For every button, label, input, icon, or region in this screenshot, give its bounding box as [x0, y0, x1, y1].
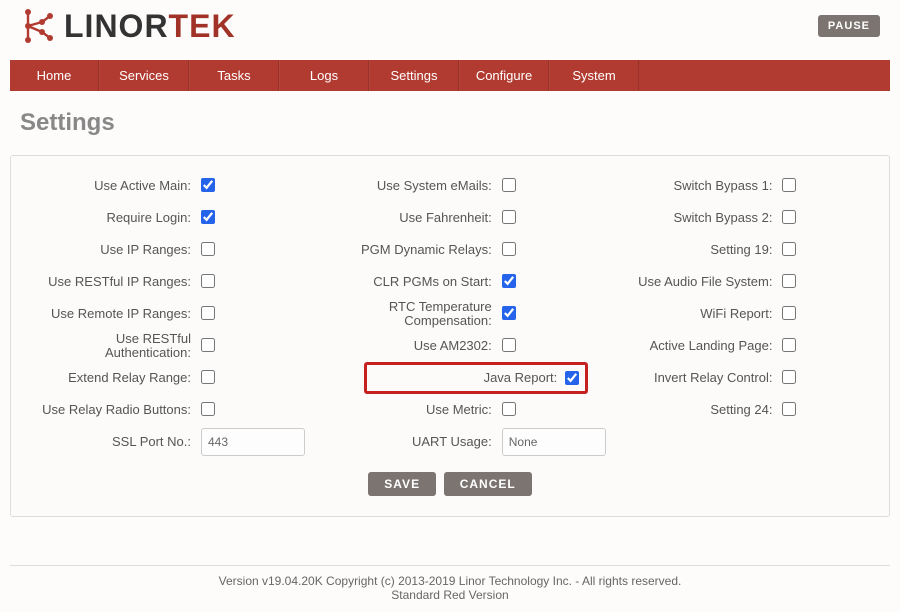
nav-configure[interactable]: Configure [459, 60, 549, 91]
checkbox-use-fahrenheit[interactable] [502, 210, 516, 224]
checkbox-use-audio-file-system[interactable] [782, 274, 796, 288]
label-require-login: Require Login: [31, 211, 201, 225]
footer-line-2: Standard Red Version [10, 588, 890, 602]
brand-text-1: LINOR [64, 8, 169, 44]
checkbox-extend-relay-range[interactable] [201, 370, 215, 384]
label-extend-relay-range: Extend Relay Range: [31, 371, 201, 385]
page-title: Settings [20, 109, 880, 137]
checkbox-use-metric[interactable] [502, 402, 516, 416]
label-use-system-emails: Use System eMails: [312, 179, 502, 193]
checkbox-use-remote-ip-ranges[interactable] [201, 306, 215, 320]
cancel-button[interactable]: CANCEL [444, 472, 532, 496]
label-use-restful-ip-ranges: Use RESTful IP Ranges: [31, 275, 201, 289]
label-switch-bypass-2: Switch Bypass 2: [592, 211, 782, 225]
label-use-am2302: Use AM2302: [312, 339, 502, 353]
checkbox-pgm-dynamic-relays[interactable] [502, 242, 516, 256]
label-pgm-dynamic-relays: PGM Dynamic Relays: [312, 243, 502, 257]
nav-system[interactable]: System [549, 60, 639, 91]
label-uart-usage: UART Usage: [312, 435, 502, 449]
checkbox-rtc-temperature-compensation[interactable] [502, 306, 516, 320]
label-switch-bypass-1: Switch Bypass 1: [592, 179, 782, 193]
brand-logo: LINORTEK [20, 6, 236, 46]
label-use-ip-ranges: Use IP Ranges: [31, 243, 201, 257]
label-ssl-port-no: SSL Port No.: [31, 435, 201, 449]
label-setting-19: Setting 19: [592, 243, 782, 257]
label-rtc-temperature-compensation: RTC Temperature Compensation: [312, 300, 502, 329]
highlight-java-report: Java Report: [364, 362, 588, 394]
settings-panel: Use Active Main: Require Login: Use IP Ran… [10, 155, 890, 517]
label-use-metric: Use Metric: [312, 403, 502, 417]
checkbox-java-report[interactable] [565, 371, 579, 385]
input-uart-usage[interactable] [502, 428, 606, 456]
checkbox-setting-19[interactable] [782, 242, 796, 256]
label-clr-pgms-on-start: CLR PGMs on Start: [312, 275, 502, 289]
label-use-restful-authentication: Use RESTful Authentication: [31, 332, 201, 361]
brand-mark-icon [20, 6, 60, 46]
footer-line-1: Version v19.04.20K Copyright (c) 2013-20… [10, 574, 890, 588]
checkbox-use-am2302[interactable] [502, 338, 516, 352]
label-setting-24: Setting 24: [592, 403, 782, 417]
checkbox-use-restful-authentication[interactable] [201, 338, 215, 352]
input-ssl-port-no[interactable] [201, 428, 305, 456]
nav-services[interactable]: Services [99, 60, 189, 91]
label-use-audio-file-system: Use Audio File System: [592, 275, 782, 289]
checkbox-require-login[interactable] [201, 210, 215, 224]
label-java-report: Java Report: [373, 371, 565, 385]
checkbox-use-system-emails[interactable] [502, 178, 516, 192]
label-active-landing-page: Active Landing Page: [592, 339, 782, 353]
label-wifi-report: WiFi Report: [592, 307, 782, 321]
pause-button[interactable]: PAUSE [818, 15, 880, 37]
main-nav: Home Services Tasks Logs Settings Config… [10, 60, 890, 91]
checkbox-use-relay-radio-buttons[interactable] [201, 402, 215, 416]
checkbox-invert-relay-control[interactable] [782, 370, 796, 384]
checkbox-clr-pgms-on-start[interactable] [502, 274, 516, 288]
checkbox-switch-bypass-1[interactable] [782, 178, 796, 192]
save-button[interactable]: SAVE [368, 472, 436, 496]
label-use-remote-ip-ranges: Use Remote IP Ranges: [31, 307, 201, 321]
checkbox-switch-bypass-2[interactable] [782, 210, 796, 224]
label-use-fahrenheit: Use Fahrenheit: [312, 211, 502, 225]
brand-text-2: TEK [169, 8, 236, 44]
label-use-active-main: Use Active Main: [31, 179, 201, 193]
label-use-relay-radio-buttons: Use Relay Radio Buttons: [31, 403, 201, 417]
checkbox-use-ip-ranges[interactable] [201, 242, 215, 256]
nav-logs[interactable]: Logs [279, 60, 369, 91]
checkbox-active-landing-page[interactable] [782, 338, 796, 352]
nav-home[interactable]: Home [10, 60, 99, 91]
footer: Version v19.04.20K Copyright (c) 2013-20… [10, 565, 890, 612]
nav-settings[interactable]: Settings [369, 60, 459, 91]
checkbox-setting-24[interactable] [782, 402, 796, 416]
checkbox-use-active-main[interactable] [201, 178, 215, 192]
label-invert-relay-control: Invert Relay Control: [592, 371, 782, 385]
checkbox-use-restful-ip-ranges[interactable] [201, 274, 215, 288]
checkbox-wifi-report[interactable] [782, 306, 796, 320]
nav-tasks[interactable]: Tasks [189, 60, 279, 91]
